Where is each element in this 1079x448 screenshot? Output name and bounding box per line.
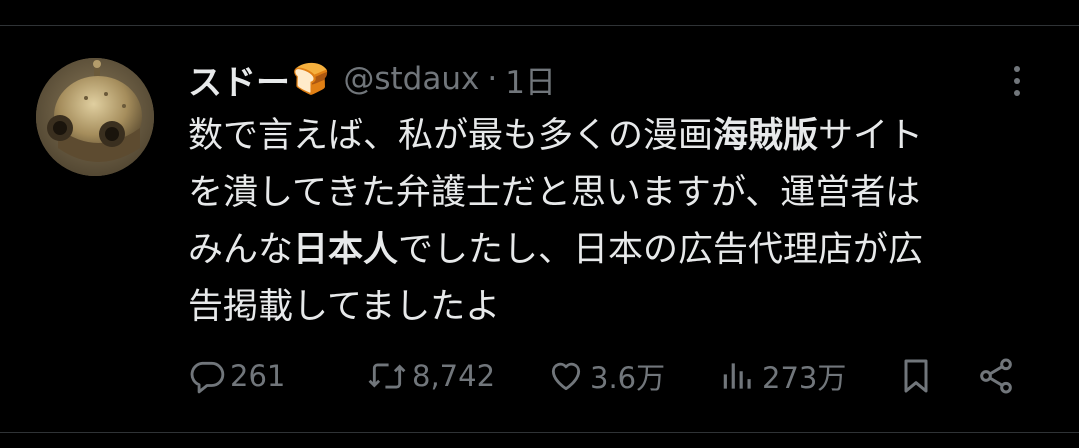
bookmark-icon	[904, 359, 928, 393]
text-segment: みんな	[188, 230, 294, 270]
bar-chart-icon	[723, 363, 751, 389]
share-button[interactable]	[976, 352, 1016, 400]
display-name[interactable]: スドー	[188, 55, 290, 104]
action-bar: 261 8,742 3.6万 273万	[188, 352, 1028, 400]
text-segment: 数で言えば、私が最も多くの漫画	[188, 116, 714, 156]
robot-avatar-image	[36, 58, 154, 176]
three-dots-vertical-icon	[1014, 66, 1020, 72]
bottom-divider	[0, 432, 1079, 433]
post-text-line-4: 告掲載してましたよ	[188, 279, 1048, 336]
bold-text-segment: 海賊版	[713, 116, 819, 156]
post-text-line-2: を潰してきた弁護士だと思いますが、運営者は	[188, 165, 1048, 222]
post-text-line-3: みんな日本人でしたし、日本の広告代理店が広	[188, 222, 1048, 279]
text-segment: 告掲載してましたよ	[188, 287, 501, 327]
heart-icon	[551, 362, 581, 391]
reply-button[interactable]: 261	[188, 352, 285, 400]
post-text: 数で言えば、私が最も多くの漫画海賊版サイト を潰してきた弁護士だと思いますが、運…	[188, 108, 1048, 336]
dot-3	[1014, 90, 1020, 96]
user-handle[interactable]: @stdaux	[343, 61, 479, 97]
reply-count: 261	[230, 359, 286, 393]
view-count: 273万	[762, 361, 847, 395]
bold-text-segment: 日本人	[293, 230, 399, 270]
post-text-line-1: 数で言えば、私が最も多くの漫画海賊版サイト	[188, 108, 1048, 165]
bookmark-button[interactable]	[896, 352, 936, 400]
like-button[interactable]: 3.6万	[546, 352, 665, 400]
text-segment: サイト	[818, 116, 924, 156]
repost-count: 8,742	[412, 359, 496, 393]
text-segment: でしたし、日本の広告代理店が広	[398, 230, 924, 270]
views-button[interactable]: 273万	[718, 352, 846, 400]
post-time[interactable]: 1日	[505, 57, 556, 102]
repost-button[interactable]: 8,742	[366, 352, 495, 400]
top-divider	[0, 25, 1079, 26]
text-segment: を潰してきた弁護士だと思いますが、運営者は	[188, 173, 921, 213]
comment-bubble-icon	[190, 361, 225, 394]
separator-dot: ·	[487, 61, 498, 97]
repost-arrows-icon	[368, 363, 406, 389]
more-options-button[interactable]	[1003, 60, 1031, 102]
bread-emoji-icon: 🍞	[292, 61, 330, 97]
like-count: 3.6万	[590, 361, 666, 395]
avatar[interactable]	[36, 58, 154, 176]
dot-2	[1014, 78, 1020, 84]
post-header: スドー 🍞 @stdaux · 1日	[188, 55, 556, 104]
share-icon	[980, 358, 1012, 394]
